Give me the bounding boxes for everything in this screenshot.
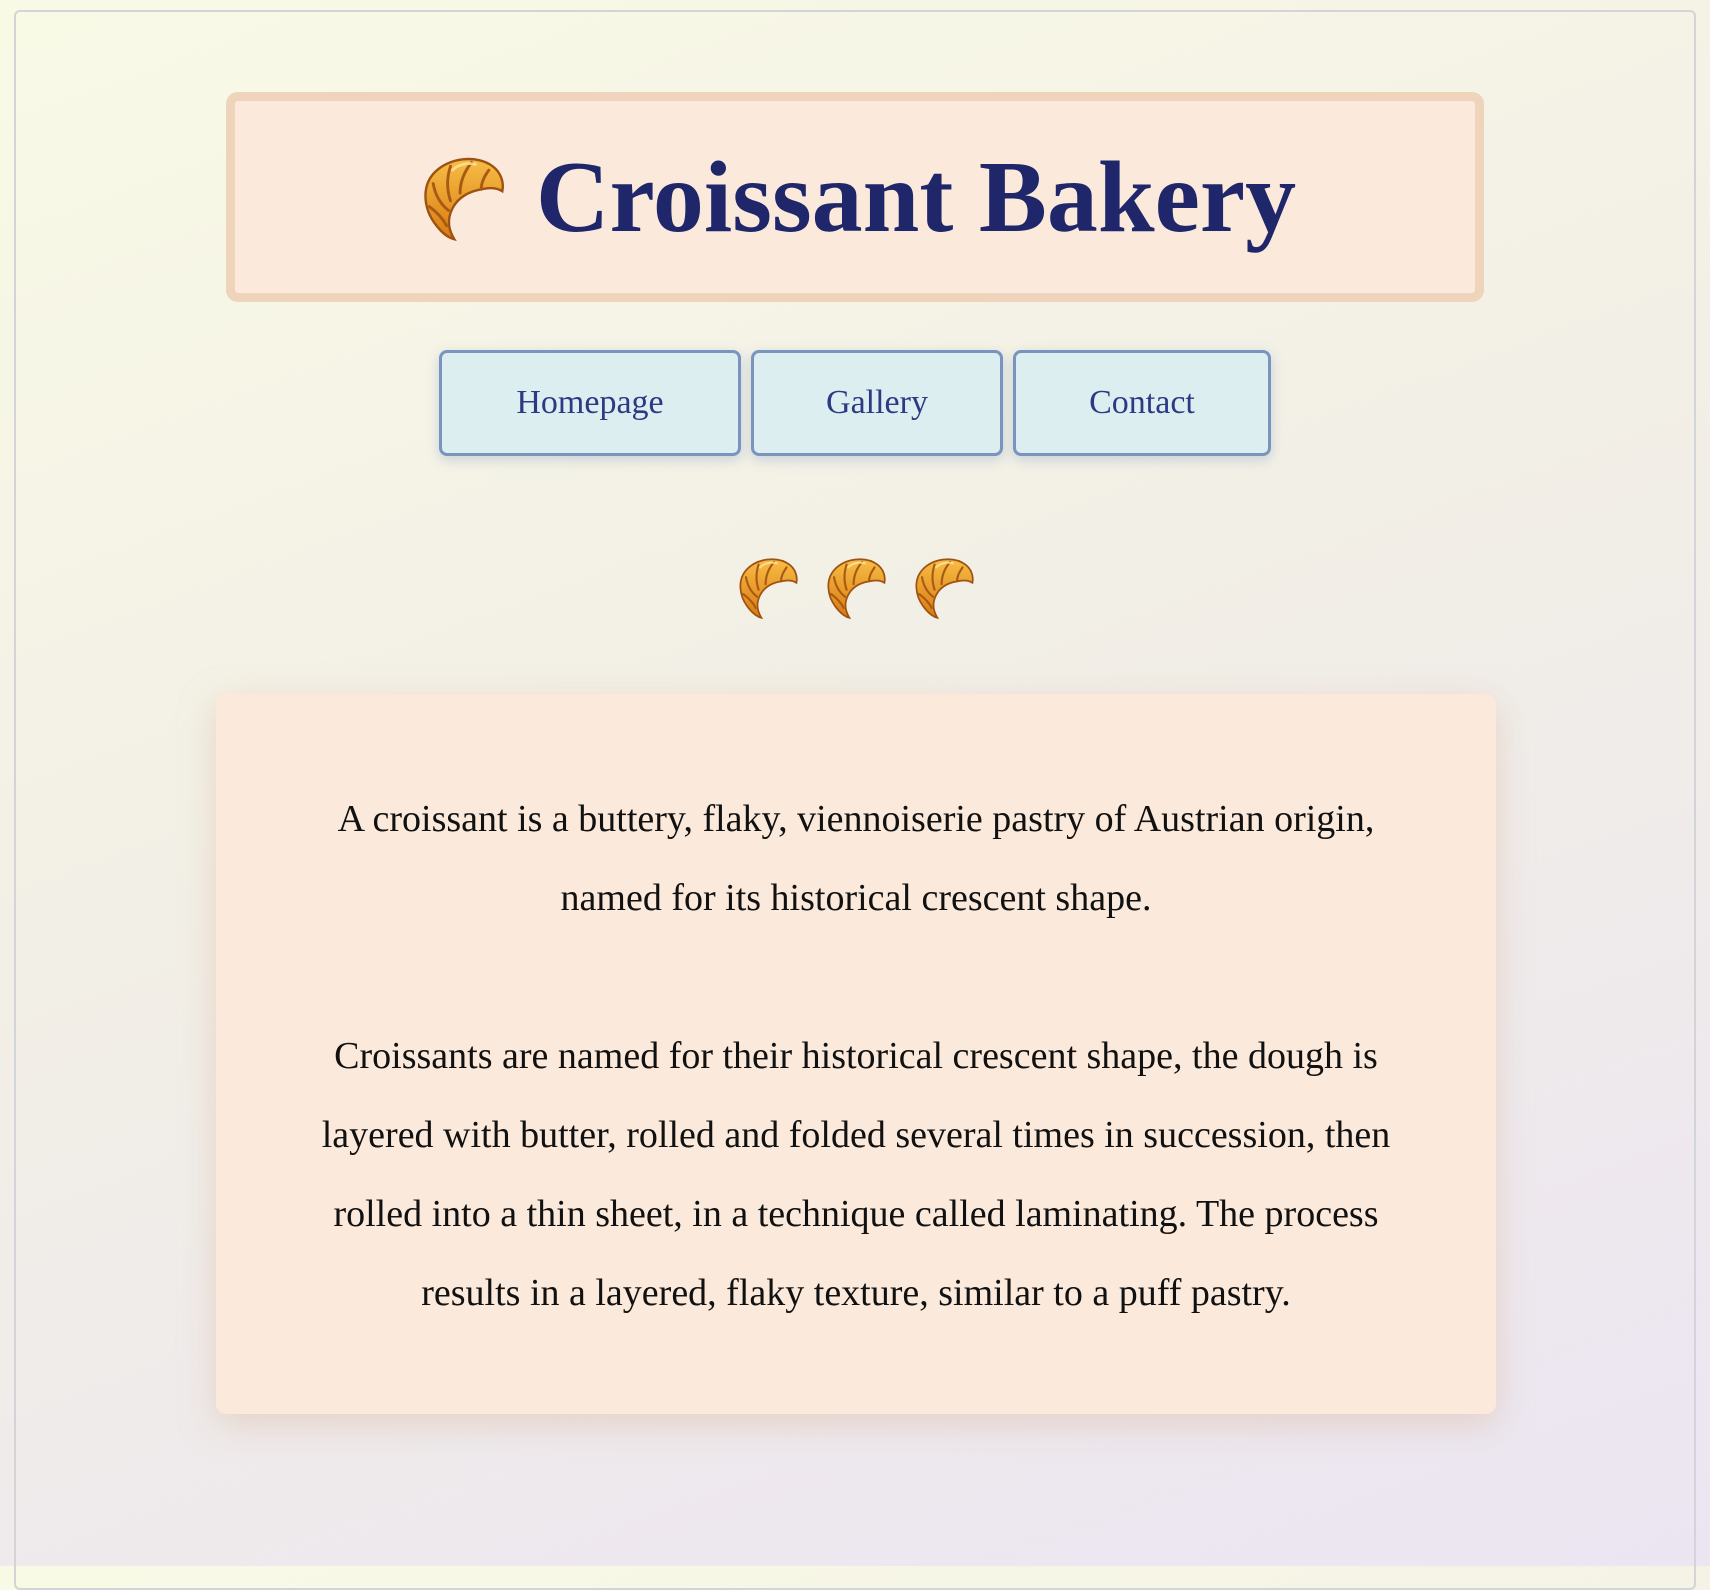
main-nav: Homepage Gallery Contact <box>0 350 1710 456</box>
croissant-icon <box>820 552 890 622</box>
intro-paragraph: A croissant is a buttery, flaky, viennoi… <box>337 798 1375 919</box>
content-card: A croissant is a buttery, flaky, viennoi… <box>216 694 1496 1414</box>
croissant-decoration <box>0 552 1710 622</box>
nav-contact-button[interactable]: Contact <box>1013 350 1271 456</box>
site-header: Croissant Bakery <box>226 92 1484 302</box>
croissant-icon <box>414 149 510 245</box>
nav-homepage-button[interactable]: Homepage <box>439 350 741 456</box>
site-title-text: Croissant Bakery <box>535 140 1297 254</box>
croissant-icon <box>732 552 802 622</box>
process-paragraph: Croissants are named for their historica… <box>321 1035 1391 1314</box>
croissant-icon <box>908 552 978 622</box>
site-title: Croissant Bakery <box>414 139 1296 256</box>
nav-gallery-button[interactable]: Gallery <box>751 350 1003 456</box>
